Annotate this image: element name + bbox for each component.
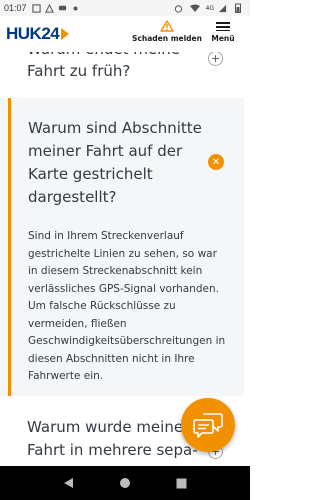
faq-answer: Sind in Ihrem Streckenverlauf gestrichel… bbox=[28, 230, 226, 382]
plus-icon[interactable]: + bbox=[208, 51, 223, 66]
status-bar: 01:07 4G bbox=[0, 0, 250, 16]
network-type: 4G bbox=[205, 4, 214, 12]
chat-button[interactable] bbox=[181, 398, 235, 452]
logo-arrow-icon bbox=[61, 28, 70, 40]
warning-triangle-icon bbox=[160, 20, 174, 32]
alarm-icon bbox=[174, 3, 184, 13]
notification-dot-icon bbox=[71, 3, 81, 13]
faq-question-next[interactable]: Warum wurde meine Fahrt in mehrere sepa-… bbox=[27, 416, 203, 466]
faq-item-open: Warum sind Abschnitte meiner Fahrt auf d… bbox=[0, 98, 244, 396]
notification-chat-icon bbox=[58, 3, 68, 13]
hamburger-icon bbox=[216, 20, 230, 33]
android-nav-bar bbox=[0, 466, 250, 500]
recents-icon[interactable] bbox=[175, 476, 189, 490]
close-icon[interactable]: ✕ bbox=[208, 154, 224, 170]
faq-accent-bar bbox=[8, 98, 11, 396]
menu-button[interactable]: Menü bbox=[211, 20, 235, 43]
huk24-logo[interactable]: HUK24 bbox=[6, 24, 70, 44]
faq-question-open[interactable]: Warum sind Abschnitte meiner Fahrt auf d… bbox=[28, 117, 206, 209]
wifi-icon bbox=[189, 3, 200, 13]
report-claim-button[interactable]: Schaden melden bbox=[132, 20, 202, 43]
battery-icon bbox=[233, 3, 243, 13]
signal-icon bbox=[217, 3, 227, 13]
back-icon[interactable] bbox=[61, 476, 75, 490]
chat-bubbles-icon bbox=[193, 413, 223, 438]
notification-app-icon bbox=[32, 3, 42, 13]
home-icon[interactable] bbox=[118, 476, 132, 490]
report-claim-label: Schaden melden bbox=[132, 34, 202, 43]
app-header: HUK24 Schaden melden Menü bbox=[0, 16, 250, 52]
menu-label: Menü bbox=[211, 34, 235, 44]
notification-warning-icon bbox=[45, 3, 55, 13]
faq-content: Warum endet meine Fahrt zu früh? + Warum… bbox=[0, 0, 250, 466]
status-time: 01:07 bbox=[4, 3, 27, 13]
